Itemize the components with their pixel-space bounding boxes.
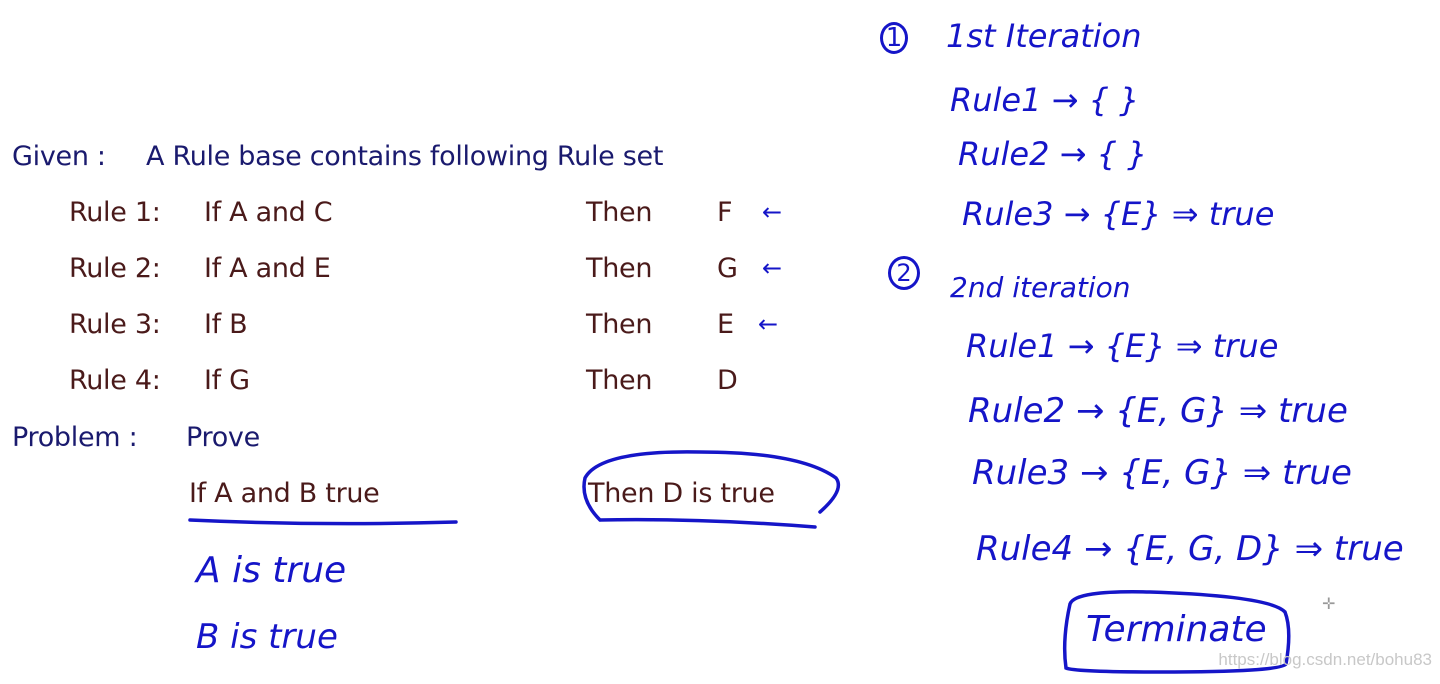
premise-text: If A and B true (189, 478, 380, 509)
given-label: Given : (12, 141, 106, 172)
iteration-2-line: Rule2 → {E, G} ⇒ true (968, 391, 1348, 431)
rule-condition: If B (204, 309, 248, 340)
iteration-1-line: Rule1 → { } (950, 81, 1140, 119)
rule-result: E (717, 309, 734, 340)
iteration-2-line: Rule4 → {E, G, D} ⇒ true (976, 529, 1404, 569)
rule-then: Then (586, 309, 653, 340)
rule-result: D (717, 365, 738, 396)
iteration-2-title: 2nd iteration (950, 271, 1131, 304)
fact-b: B is true (196, 617, 338, 657)
rule-label: Rule 1: (69, 197, 161, 228)
rule-condition: If A and E (204, 253, 331, 284)
rule-result: F (717, 197, 733, 228)
marked-arrow-icon: ← (762, 198, 783, 226)
iteration-1-line: Rule2 → { } (958, 135, 1148, 173)
given-text: A Rule base contains following Rule set (146, 141, 664, 172)
iteration-1-number: 1 (880, 22, 908, 54)
rule-condition: If G (204, 365, 250, 396)
conclusion-text: Then D is true (588, 478, 775, 509)
problem-label: Problem : (12, 422, 138, 453)
rule-label: Rule 3: (69, 309, 161, 340)
marked-arrow-icon: ← (762, 254, 783, 282)
rule-condition: If A and C (204, 197, 333, 228)
iteration-2-line: Rule1 → {E} ⇒ true (966, 327, 1279, 365)
iteration-2-line: Rule3 → {E, G} ⇒ true (972, 453, 1352, 493)
marked-arrow-icon: ← (758, 310, 779, 338)
rule-then: Then (586, 365, 653, 396)
rule-label: Rule 4: (69, 365, 161, 396)
premise-underline (188, 518, 458, 526)
iteration-2-number: 2 (888, 256, 920, 290)
rule-then: Then (586, 253, 653, 284)
watermark: https://blog.csdn.net/bohu83 (1218, 650, 1432, 669)
iteration-1-line: Rule3 → {E} ⇒ true (962, 195, 1275, 233)
fact-a: A is true (196, 550, 347, 591)
rule-label: Rule 2: (69, 253, 161, 284)
cursor-crosshair-icon: ✛ (1322, 594, 1336, 613)
problem-text: Prove (186, 422, 260, 453)
rule-then: Then (586, 197, 653, 228)
terminate-text: Terminate (1086, 609, 1267, 650)
iteration-1-title: 1st Iteration (946, 17, 1142, 55)
rule-result: G (717, 253, 738, 284)
